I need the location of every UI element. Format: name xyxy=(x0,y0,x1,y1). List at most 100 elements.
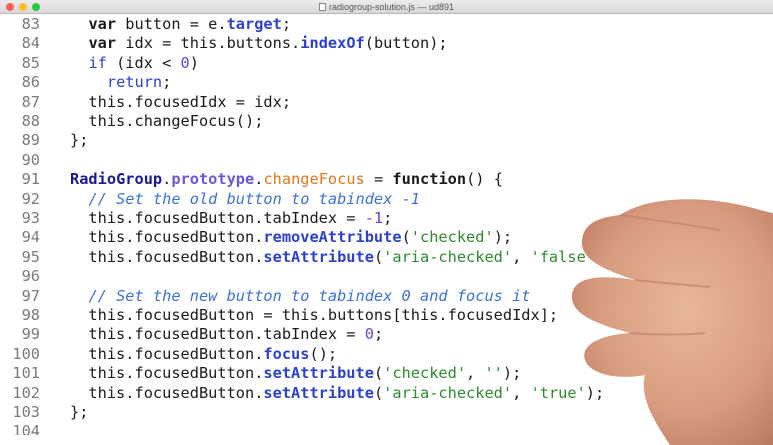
code-token: this.focusedButton. xyxy=(51,247,264,266)
code-token: . xyxy=(162,170,172,189)
line-number: 88 xyxy=(21,112,40,130)
code-token: prototype xyxy=(171,170,255,189)
code-text: this.focusedButton.setAttribute('aria-ch… xyxy=(51,247,613,267)
code-token: this.focusedButton. xyxy=(51,364,264,383)
code-text: return; xyxy=(52,73,171,92)
code-token: , xyxy=(466,364,485,383)
code-token: changeFocus xyxy=(263,170,365,189)
line-number: 83 xyxy=(21,15,40,33)
code-token: ; xyxy=(383,209,393,227)
code-token: this.focusedButton = this.buttons[this.f… xyxy=(51,306,559,324)
presenter-hand-image xyxy=(571,199,773,445)
code-text: var idx = this.buttons.indexOf(button); xyxy=(52,34,448,53)
code-text: }; xyxy=(51,403,89,422)
line-number: 104 xyxy=(12,422,40,435)
code-token: () { xyxy=(466,170,503,189)
window-titlebar: radiogroup-solution.js — ud891 xyxy=(0,0,773,14)
code-token: if xyxy=(88,53,107,72)
window-title: radiogroup-solution.js — ud891 xyxy=(328,2,455,12)
code-text: }; xyxy=(51,131,89,150)
code-line[interactable]: 84 var idx = this.buttons.indexOf(button… xyxy=(0,34,773,53)
code-token: ( xyxy=(401,228,411,247)
line-number: 92 xyxy=(21,189,40,208)
code-token: (); xyxy=(309,344,338,363)
code-text: this.focusedIdx = idx; xyxy=(52,93,291,112)
code-token: 'checked' xyxy=(410,228,494,247)
code-token: ); xyxy=(502,364,522,383)
line-number: 91 xyxy=(21,170,40,189)
line-number: 87 xyxy=(21,92,40,111)
line-number: 93 xyxy=(21,209,40,227)
code-text: this.changeFocus(); xyxy=(52,112,263,131)
code-token: , xyxy=(512,247,531,266)
line-number: 103 xyxy=(12,403,40,421)
window-title-area: radiogroup-solution.js — ud891 xyxy=(0,1,773,13)
line-number: 98 xyxy=(21,306,40,324)
code-token: // Set the new button to tabindex 0 and … xyxy=(88,286,531,305)
code-token: setAttribute xyxy=(263,247,374,266)
code-line[interactable]: 83 var button = e.target; xyxy=(0,15,773,34)
code-text: this.focusedButton.tabIndex = 0; xyxy=(51,325,384,344)
code-text: var button = e.target; xyxy=(52,15,291,34)
code-token: }; xyxy=(51,403,89,421)
code-token: ; xyxy=(281,15,292,33)
code-token: 'aria-checked' xyxy=(383,247,513,266)
code-token: this.focusedButton. xyxy=(51,228,264,247)
code-token: ( xyxy=(373,247,384,266)
line-number: 96 xyxy=(21,267,40,286)
code-token: ); xyxy=(493,228,513,247)
code-text: // Set the new button to tabindex 0 and … xyxy=(52,286,531,306)
code-token: this.focusedButton.tabIndex = xyxy=(51,209,365,227)
code-text: this.focusedButton.focus(); xyxy=(51,344,338,364)
code-token: -1 xyxy=(364,209,384,227)
code-text: this.focusedButton.tabIndex = -1; xyxy=(51,209,393,228)
line-number: 95 xyxy=(21,247,40,266)
code-text: // Set the old button to tabindex -1 xyxy=(52,190,420,209)
code-token: (button); xyxy=(364,34,448,53)
line-number: 100 xyxy=(12,344,40,363)
code-token: removeAttribute xyxy=(263,228,402,247)
code-token: (idx < xyxy=(106,53,181,72)
line-number: 84 xyxy=(21,34,40,53)
code-token: , xyxy=(512,383,531,402)
code-text: this.focusedButton.setAttribute('checked… xyxy=(51,364,522,383)
code-text: this.focusedButton.setAttribute('aria-ch… xyxy=(52,383,604,403)
code-token: 0 xyxy=(364,325,374,344)
line-number: 86 xyxy=(21,73,40,92)
code-line[interactable]: 85 if (idx < 0) xyxy=(0,54,773,73)
code-token: this.focusedButton. xyxy=(51,344,264,363)
code-token: '' xyxy=(484,364,503,383)
code-line[interactable]: 88 this.changeFocus(); xyxy=(0,112,773,131)
code-token: 'aria-checked' xyxy=(383,383,513,402)
code-token: button = e. xyxy=(116,15,227,33)
code-text: this.focusedButton = this.buttons[this.f… xyxy=(51,306,559,325)
code-token: }; xyxy=(51,131,89,150)
code-text: RadioGroup.prototype.changeFocus = funct… xyxy=(52,170,503,189)
code-token: RadioGroup xyxy=(70,170,163,189)
code-line[interactable]: 89 }; xyxy=(0,131,773,150)
code-token: return xyxy=(106,73,163,92)
code-token: ( xyxy=(373,364,384,383)
code-token: this.focusedButton.tabIndex = xyxy=(51,325,365,344)
code-line[interactable]: 86 return; xyxy=(0,73,773,92)
line-number: 94 xyxy=(21,228,40,247)
code-line[interactable]: 87 this.focusedIdx = idx; xyxy=(0,93,773,112)
code-line[interactable]: 90 xyxy=(0,151,773,170)
code-text: this.focusedButton.removeAttribute('chec… xyxy=(51,228,513,247)
code-token: function xyxy=(392,170,467,189)
code-token: idx = this.buttons. xyxy=(116,34,301,53)
code-token: ; xyxy=(373,325,384,344)
code-token: 0 xyxy=(180,53,190,72)
line-number: 99 xyxy=(21,325,40,344)
file-icon xyxy=(318,3,326,11)
code-token: target xyxy=(226,15,282,33)
code-token: ( xyxy=(373,383,384,402)
code-token: var xyxy=(88,15,117,33)
